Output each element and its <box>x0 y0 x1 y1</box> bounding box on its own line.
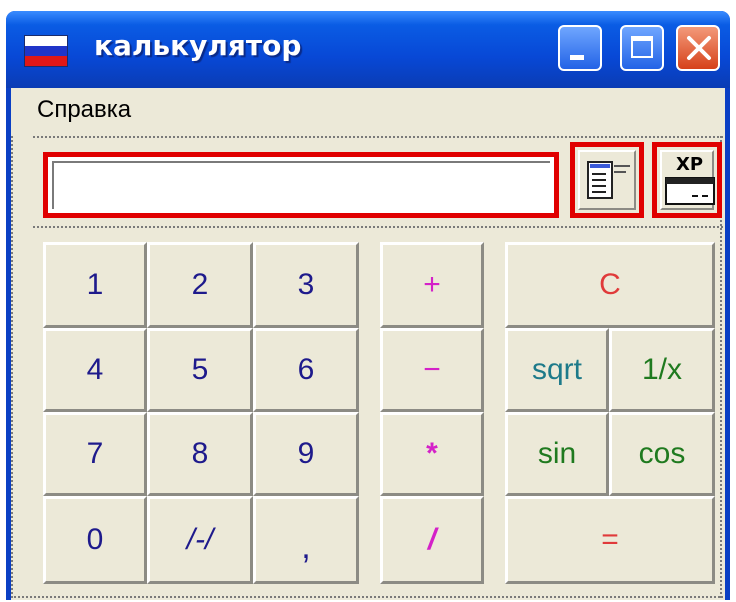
key-4[interactable]: 4 <box>43 328 147 412</box>
display-frame <box>43 152 559 218</box>
key-3[interactable]: 3 <box>253 242 359 328</box>
russian-flag-icon <box>24 35 68 67</box>
panel-border-base <box>11 596 723 598</box>
key-equals[interactable]: = <box>505 496 715 584</box>
key-7[interactable]: 7 <box>43 412 147 496</box>
maximize-button[interactable] <box>620 25 664 71</box>
key-5[interactable]: 5 <box>147 328 253 412</box>
close-button[interactable] <box>676 25 720 71</box>
key-6[interactable]: 6 <box>253 328 359 412</box>
calculator-window: калькулятор Справка XP 1 2 3 4 5 6 7 8 9… <box>6 11 730 600</box>
minimize-icon <box>570 55 584 60</box>
key-reciprocal[interactable]: 1/x <box>609 328 715 412</box>
client-area: Справка XP 1 2 3 4 5 6 7 8 9 0 /-/ , + −… <box>11 88 725 600</box>
key-decimal[interactable]: , <box>253 496 359 584</box>
close-icon <box>687 36 711 60</box>
xp-button-face: XP <box>660 150 715 210</box>
xp-style-button[interactable]: XP <box>652 142 722 218</box>
key-divide[interactable]: / <box>380 496 484 584</box>
key-1[interactable]: 1 <box>43 242 147 328</box>
key-8[interactable]: 8 <box>147 412 253 496</box>
panel-border-left <box>11 136 13 598</box>
key-clear[interactable]: C <box>505 242 715 328</box>
display-field[interactable] <box>52 161 550 209</box>
key-0[interactable]: 0 <box>43 496 147 584</box>
menu-help[interactable]: Справка <box>37 96 131 124</box>
mode-button-face <box>578 150 636 210</box>
mode-button[interactable] <box>570 142 644 218</box>
key-sin[interactable]: sin <box>505 412 609 496</box>
panel-border-bottom <box>33 226 723 228</box>
menu-bar: Справка <box>11 88 725 132</box>
key-plus[interactable]: + <box>380 242 484 328</box>
title-bar[interactable]: калькулятор <box>6 11 730 88</box>
minimize-button[interactable] <box>558 25 602 71</box>
key-minus[interactable]: − <box>380 328 484 412</box>
key-2[interactable]: 2 <box>147 242 253 328</box>
panel-border-top <box>33 136 723 138</box>
key-cos[interactable]: cos <box>609 412 715 496</box>
key-negate[interactable]: /-/ <box>147 496 253 584</box>
key-multiply[interactable]: * <box>380 412 484 496</box>
key-sqrt[interactable]: sqrt <box>505 328 609 412</box>
maximize-icon <box>631 36 653 58</box>
window-title: калькулятор <box>94 29 302 62</box>
xp-label: XP <box>676 154 704 175</box>
list-icon <box>587 161 630 199</box>
key-9[interactable]: 9 <box>253 412 359 496</box>
